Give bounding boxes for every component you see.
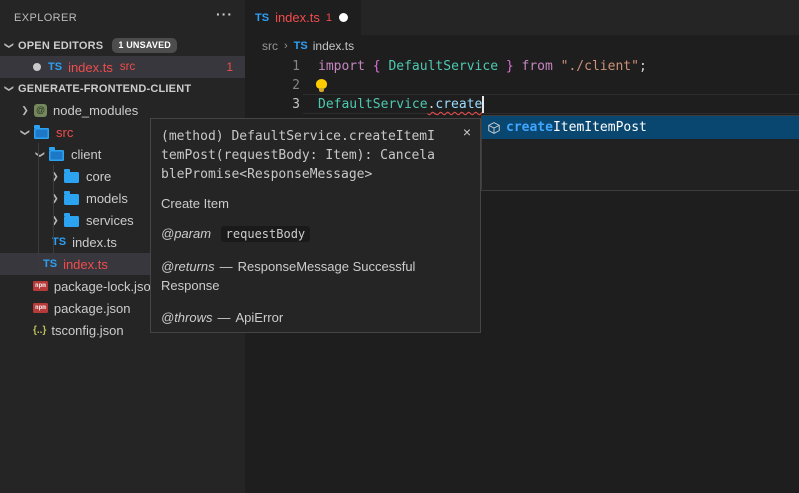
error-count: 1 — [226, 60, 233, 74]
code-token — [514, 59, 522, 74]
breadcrumb-file[interactable]: index.ts — [313, 39, 354, 53]
throws-text: ApiError — [236, 310, 284, 325]
tree-item-label: package-lock.json — [54, 279, 158, 294]
npm-icon: npm — [33, 303, 48, 313]
suggestion-match-text: create — [506, 120, 553, 135]
chevron-down-icon — [20, 127, 30, 138]
explorer-header: EXPLORER — [0, 0, 245, 35]
symbol-method-icon — [487, 121, 501, 135]
npm-icon: npm — [33, 281, 48, 291]
breadcrumb[interactable]: src › TS index.ts — [262, 35, 354, 57]
tree-item-label: services — [86, 213, 134, 228]
code-token: from — [522, 59, 561, 74]
breadcrumb-folder[interactable]: src — [262, 39, 278, 53]
line-number-2: 2 — [245, 76, 300, 95]
code-token: DefaultService — [381, 59, 506, 74]
line-number-3: 3 — [245, 95, 300, 114]
tree-item-label: client — [71, 147, 101, 162]
ts-file-icon: TS — [52, 236, 66, 248]
signature-line: (method) DefaultService.createItemI — [161, 127, 470, 146]
tree-item-label: index.ts — [72, 235, 117, 250]
tree-item-label: tsconfig.json — [51, 323, 123, 338]
code-token: } — [506, 59, 514, 74]
folder-icon — [64, 216, 79, 227]
throws-tag: @throws — [161, 310, 213, 325]
chevron-right-icon — [50, 171, 60, 182]
doc-throws-row: @throws — ApiError — [161, 308, 446, 327]
json-braces-icon: {..} — [33, 325, 46, 336]
returns-tag: @returns — [161, 259, 215, 274]
tree-item-label: node_modules — [53, 103, 138, 118]
folder-icon — [64, 172, 79, 183]
doc-returns-row: @returns—ResponseMessage Successful Resp… — [161, 257, 446, 295]
breadcrumb-separator-icon: › — [284, 40, 288, 52]
doc-param-row: @param requestBody — [161, 224, 446, 244]
ts-file-icon: TS — [43, 258, 57, 270]
open-editor-file-label: index.ts — [68, 60, 113, 75]
code-line-1[interactable]: import { DefaultService } from "./client… — [318, 57, 647, 76]
signature-line: temPost(requestBody: Item): Cancela — [161, 146, 470, 165]
vscode-window: EXPLORER OPEN EDITORS 1 UNSAVED TS index… — [0, 0, 799, 493]
indent-guide — [38, 143, 39, 275]
explorer-title: EXPLORER — [14, 12, 77, 24]
lightbulb-icon[interactable] — [316, 79, 327, 89]
chevron-down-icon — [4, 40, 14, 51]
tab-bar: TS index.ts 1 — [245, 0, 799, 35]
text-cursor — [482, 96, 484, 113]
code-token: "./client" — [561, 59, 639, 74]
ts-file-icon: TS — [294, 40, 308, 52]
code-token: import — [318, 59, 373, 74]
tree-item-label: package.json — [54, 301, 131, 316]
unsaved-dot-icon[interactable] — [33, 63, 41, 71]
project-section-header[interactable]: GENERATE-FRONTEND-CLIENT — [0, 78, 245, 99]
tab-file-label: index.ts — [275, 10, 320, 25]
param-tag: @param — [161, 226, 211, 241]
hover-docs-widget: × (method) DefaultService.createItemI te… — [150, 118, 481, 333]
folder-icon — [64, 194, 79, 205]
chevron-down-icon — [35, 149, 45, 160]
ts-file-icon: TS — [48, 61, 62, 73]
tree-item-label: src — [56, 125, 73, 140]
suggestion-item-createItemItemPost[interactable]: createItemItemPost — [482, 116, 799, 139]
node-modules-icon — [34, 104, 47, 117]
tree-item-label: models — [86, 191, 128, 206]
chevron-right-icon — [50, 193, 60, 204]
open-editors-label: OPEN EDITORS — [18, 40, 103, 52]
code-token: ; — [639, 59, 647, 74]
unsaved-dot-icon[interactable] — [339, 13, 348, 22]
tree-item-label: core — [86, 169, 111, 184]
open-editor-file-path: src — [120, 61, 135, 73]
folder-open-icon — [49, 150, 64, 161]
tree-item-label: index.ts — [63, 257, 108, 272]
indent-guide — [53, 165, 54, 253]
suggestion-rest-text: ItemItemPost — [553, 120, 647, 135]
unsaved-badge: 1 UNSAVED — [112, 38, 177, 53]
folder-open-icon — [34, 128, 49, 139]
close-icon[interactable]: × — [463, 125, 471, 139]
suggestion-label: createItemItemPost — [506, 120, 647, 135]
chevron-right-icon — [50, 215, 60, 226]
code-token: { — [373, 59, 381, 74]
open-editor-item-index-ts[interactable]: TS index.ts src 1 — [0, 56, 245, 78]
ts-file-icon: TS — [255, 12, 269, 24]
chevron-right-icon — [20, 105, 30, 116]
tab-error-count: 1 — [326, 12, 332, 24]
code-token: DefaultService — [318, 97, 428, 112]
chevron-down-icon — [4, 83, 14, 94]
code-token-error: create — [435, 97, 482, 112]
code-line-3[interactable]: DefaultService.create — [318, 95, 482, 114]
param-name-chip: requestBody — [221, 226, 310, 242]
tab-index-ts[interactable]: TS index.ts 1 — [245, 0, 361, 35]
more-actions-icon[interactable] — [216, 6, 233, 22]
signature-line: blePromise<ResponseMessage> — [161, 165, 470, 184]
dash-separator: — — [218, 310, 231, 325]
doc-summary: Create Item — [161, 196, 470, 211]
line-number-1: 1 — [245, 57, 300, 76]
open-editors-header[interactable]: OPEN EDITORS 1 UNSAVED — [0, 35, 245, 56]
project-name-label: GENERATE-FRONTEND-CLIENT — [18, 83, 191, 95]
dash-separator: — — [220, 259, 233, 274]
suggest-widget: createItemItemPost — [481, 115, 799, 191]
